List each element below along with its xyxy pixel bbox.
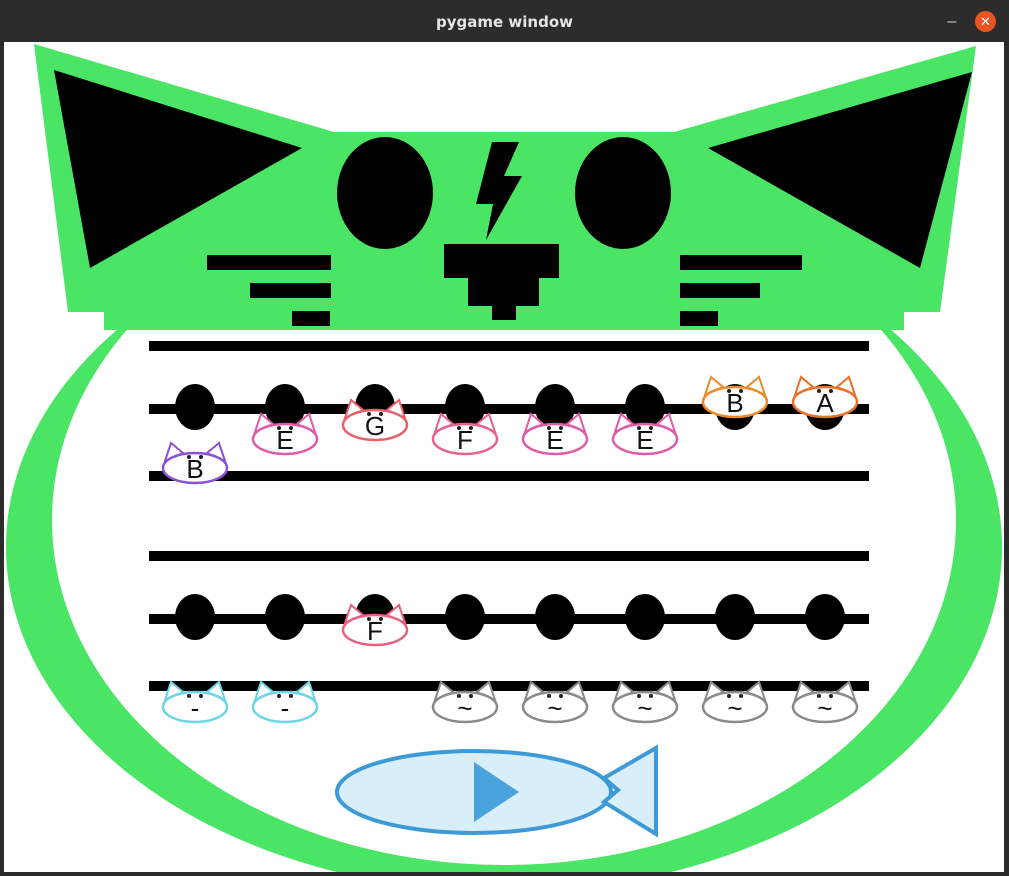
note-label: B: [726, 388, 743, 418]
close-button[interactable]: ✕: [975, 11, 996, 32]
note-dot[interactable]: [445, 594, 485, 640]
note-label: ~: [637, 693, 652, 723]
note-dot[interactable]: [715, 594, 755, 640]
left-whisker: [250, 283, 331, 298]
note-label: ~: [727, 693, 742, 723]
right-eye: [575, 137, 671, 249]
note-dot[interactable]: [625, 594, 665, 640]
game-canvas[interactable]: B E G F E E B A - - F ~ ~ ~ ~ ~: [4, 42, 1004, 872]
note-dot[interactable]: [175, 384, 215, 430]
note-label: -: [281, 693, 290, 723]
right-whisker: [680, 283, 760, 298]
title-bar: pygame window – ✕: [0, 0, 1009, 42]
note-dot[interactable]: [265, 594, 305, 640]
note-label: E: [546, 425, 563, 455]
minimize-button[interactable]: –: [942, 12, 962, 32]
note-dot[interactable]: [805, 594, 845, 640]
note-label: F: [457, 425, 473, 455]
staff-line: [149, 341, 869, 351]
note-label: ~: [547, 693, 562, 723]
staff-line: [149, 614, 869, 624]
right-whisker: [680, 311, 718, 326]
note-label: ~: [457, 693, 472, 723]
cat-eye: [199, 694, 203, 698]
note-label: E: [636, 425, 653, 455]
staff-line: [149, 471, 869, 481]
note-dot[interactable]: [175, 594, 215, 640]
left-whisker: [292, 311, 330, 326]
window-title: pygame window: [436, 13, 573, 31]
note-label: F: [367, 616, 383, 646]
left-eye: [337, 137, 433, 249]
note-label: G: [365, 411, 385, 441]
right-whisker: [680, 255, 802, 270]
cat-eye: [289, 694, 293, 698]
note-label: E: [276, 425, 293, 455]
left-whisker: [207, 255, 331, 270]
note-dot[interactable]: [535, 594, 575, 640]
note-label: -: [191, 693, 200, 723]
note-label: B: [186, 454, 203, 484]
note-label: ~: [817, 693, 832, 723]
staff-line: [149, 551, 869, 561]
note-label: A: [816, 388, 834, 418]
cat-scene[interactable]: B E G F E E B A - - F ~ ~ ~ ~ ~: [4, 42, 1004, 872]
